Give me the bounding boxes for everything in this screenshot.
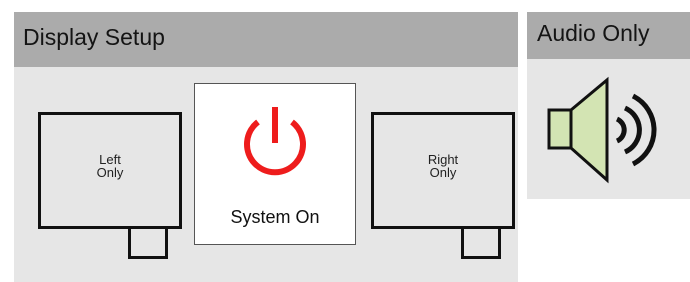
display-setup-panel: Display Setup Left Only System On Right … <box>14 12 518 282</box>
system-on-button[interactable]: System On <box>194 83 356 245</box>
audio-only-title: Audio Only <box>537 20 650 46</box>
system-on-label: System On <box>230 207 320 227</box>
power-icon <box>244 107 306 176</box>
control-panel: Display Setup Left Only System On Right … <box>0 0 690 282</box>
monitor-stand <box>128 226 168 259</box>
audio-only-header: Audio Only <box>527 12 690 59</box>
speaker-icon <box>547 76 657 184</box>
left-only-label: Left Only <box>96 152 124 180</box>
right-only-label: Right Only <box>427 152 459 180</box>
display-setup-title: Display Setup <box>23 24 165 50</box>
audio-only-button[interactable]: Audio Only <box>527 12 690 199</box>
monitor-stand <box>461 226 501 259</box>
display-setup-header: Display Setup <box>14 12 518 67</box>
